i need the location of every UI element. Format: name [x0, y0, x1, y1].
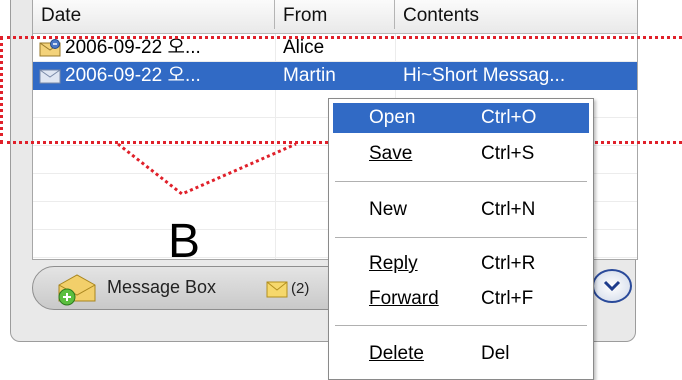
menu-separator [335, 237, 587, 238]
menu-separator [335, 181, 587, 182]
menu-item-reply[interactable]: Reply Ctrl+R [333, 249, 589, 279]
menu-item-shortcut: Ctrl+O [481, 107, 537, 128]
menu-item-label: Forward [369, 288, 439, 309]
menu-item-new[interactable]: New Ctrl+N [333, 195, 589, 225]
menu-item-open[interactable]: Open Ctrl+O [333, 103, 589, 133]
annotation-label: B [168, 215, 201, 268]
menu-item-shortcut: Del [481, 343, 510, 364]
menu-item-label: New [369, 199, 408, 220]
context-menu: Open Ctrl+O Save Ctrl+S New Ctrl+N Reply… [328, 98, 594, 380]
menu-item-shortcut: Ctrl+R [481, 253, 536, 274]
menu-item-save[interactable]: Save Ctrl+S [333, 139, 589, 169]
menu-item-label: Reply [369, 253, 418, 274]
menu-item-shortcut: Ctrl+S [481, 143, 535, 164]
menu-item-shortcut: Ctrl+N [481, 199, 536, 220]
menu-item-forward[interactable]: Forward Ctrl+F [333, 284, 589, 314]
menu-item-delete[interactable]: Delete Del [333, 339, 589, 369]
menu-separator [335, 325, 587, 326]
menu-item-shortcut: Ctrl+F [481, 288, 534, 309]
menu-item-label: Save [369, 143, 413, 164]
menu-item-label: Delete [369, 343, 424, 364]
menu-item-label: Open [369, 107, 416, 128]
